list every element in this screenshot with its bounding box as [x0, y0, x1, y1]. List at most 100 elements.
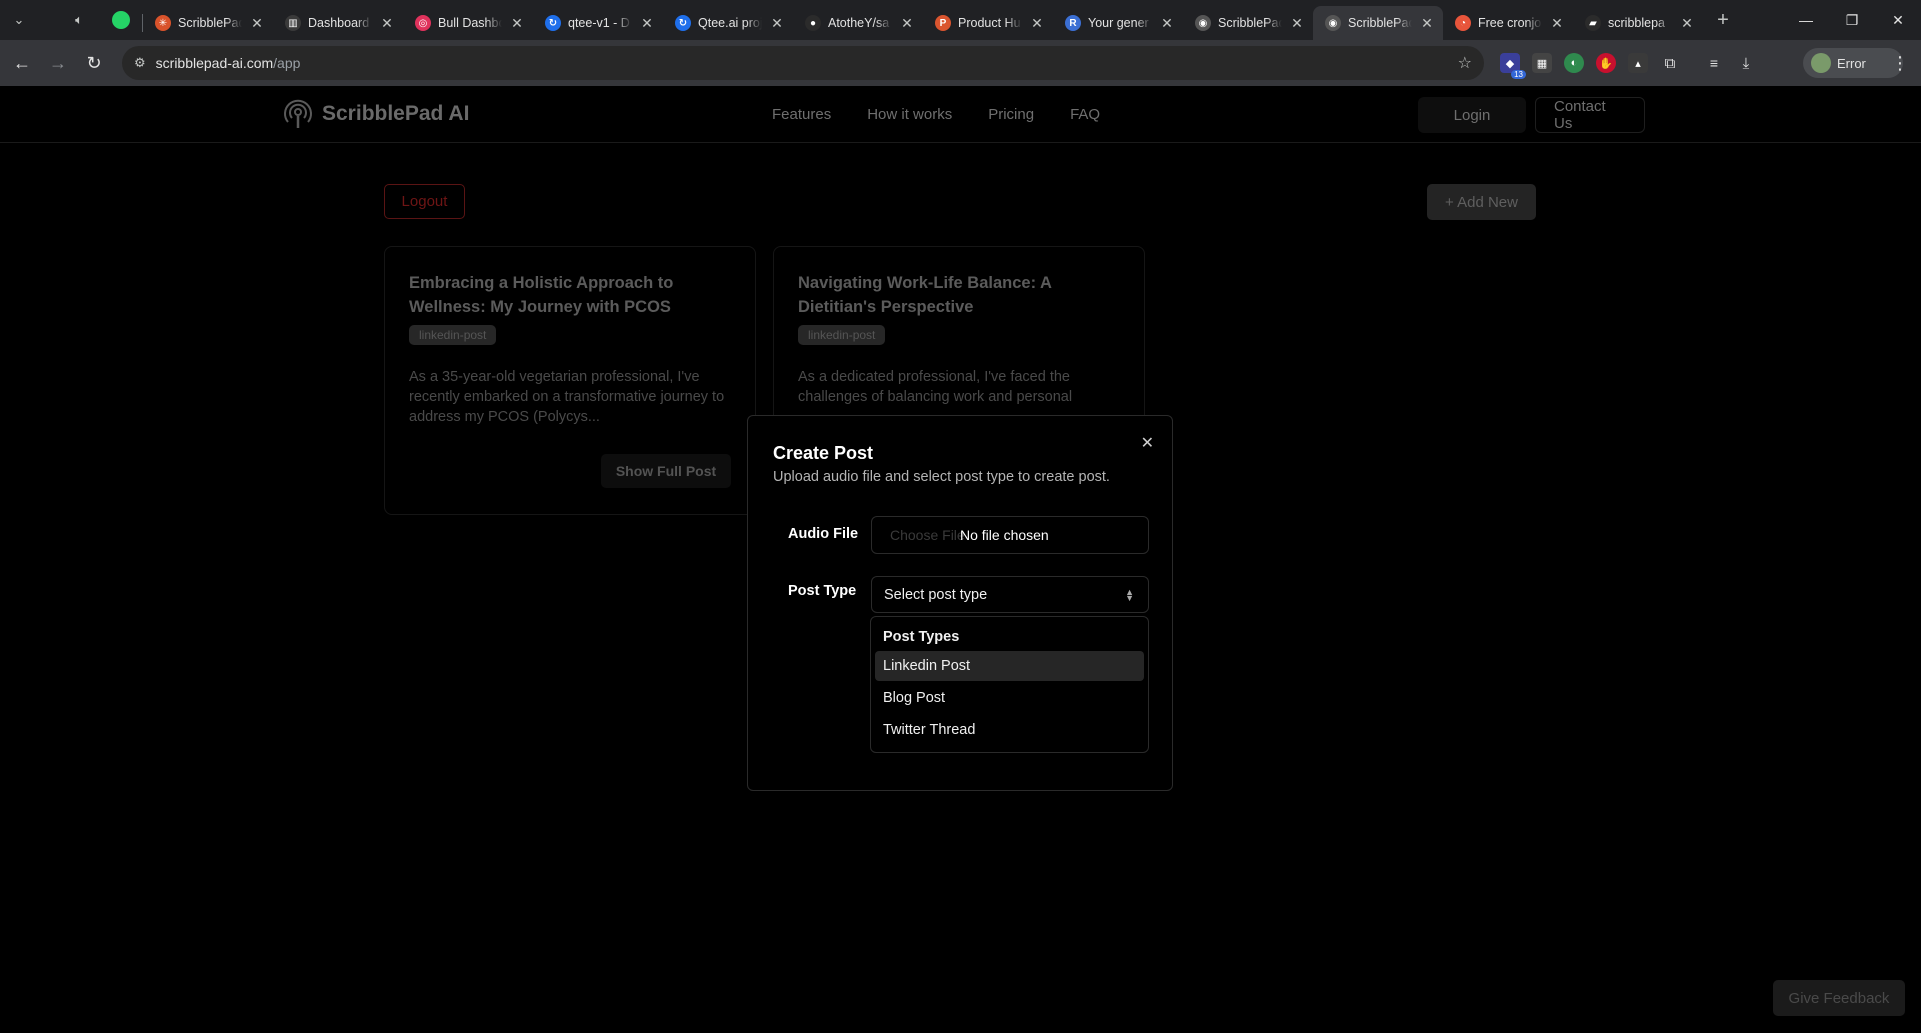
site-info-icon[interactable]: ⚙	[134, 55, 146, 71]
whatsapp-icon	[112, 11, 130, 29]
post-card: Embracing a Holistic Approach to Wellnes…	[384, 246, 756, 515]
give-feedback-button[interactable]: Give Feedback	[1773, 980, 1905, 1016]
browser-tab[interactable]: ◉ ScribblePac ✕	[1183, 6, 1313, 40]
tab-favicon-icon: ◎	[415, 15, 431, 31]
extensions-area: ◆ 13 ▦ ◐ ✋ ▴ ⧉ ≡ ⤓	[1500, 48, 1756, 79]
tab-close-icon[interactable]: ✕	[1679, 15, 1695, 31]
select-value: Select post type	[884, 586, 988, 603]
extension-badge: 13	[1511, 70, 1526, 79]
extensions-puzzle-icon[interactable]: ⧉	[1660, 53, 1680, 73]
tab-favicon-icon: ◉	[1195, 15, 1211, 31]
browser-tab[interactable]: ✳ ScribblePad ✕	[143, 6, 273, 40]
close-window-button[interactable]: ✕	[1875, 0, 1921, 40]
post-type-tag: linkedin-post	[798, 325, 886, 345]
post-title: Embracing a Holistic Approach to Wellnes…	[409, 274, 674, 316]
tab-close-icon[interactable]: ✕	[899, 15, 915, 31]
tab-title: Dashboard	[308, 16, 370, 30]
extension-icon[interactable]: ▴	[1628, 53, 1648, 73]
new-tab-button[interactable]: +	[1707, 9, 1739, 32]
tab-close-icon[interactable]: ✕	[1029, 15, 1045, 31]
post-excerpt: As a dedicated professional, I've faced …	[798, 369, 1073, 405]
browser-tab[interactable]: ▰ scribblepa ✕	[1573, 6, 1703, 40]
browser-tab[interactable]: P Product Hu ✕	[923, 6, 1053, 40]
browser-tab[interactable]: ↻ Qtee.ai proj ✕	[663, 6, 793, 40]
browser-tab[interactable]: ● AtotheY/sa ✕	[793, 6, 923, 40]
extension-icon[interactable]: ✋	[1596, 53, 1616, 73]
nav-faq[interactable]: FAQ	[1070, 106, 1100, 123]
nav-pricing[interactable]: Pricing	[988, 106, 1034, 123]
media-control-icon[interactable]: ≡	[1704, 53, 1724, 73]
dialog-description: Upload audio file and select post type t…	[773, 469, 1110, 485]
post-type-dropdown: Post Types Linkedin Post Blog Post Twitt…	[870, 616, 1149, 753]
main-nav: Features How it works Pricing FAQ	[772, 106, 1100, 123]
bookmark-star-icon[interactable]: ☆	[1458, 53, 1472, 73]
tab-close-icon[interactable]: ✕	[769, 15, 785, 31]
post-title: Navigating Work-Life Balance: A Dietitia…	[798, 274, 1052, 316]
tab-favicon-icon: ◔	[1455, 15, 1471, 31]
extension-icon[interactable]: ◆ 13	[1500, 53, 1526, 79]
add-new-button[interactable]: + Add New	[1427, 184, 1536, 220]
nav-features[interactable]: Features	[772, 106, 831, 123]
tab-close-icon[interactable]: ✕	[1549, 15, 1565, 31]
url-host: scribblepad-ai.com	[155, 55, 274, 71]
option-twitter-thread[interactable]: Twitter Thread	[875, 715, 1144, 745]
logout-button[interactable]: Logout	[384, 184, 465, 219]
tab-close-icon[interactable]: ✕	[639, 15, 655, 31]
url-path: /app	[273, 55, 301, 71]
browser-tab[interactable]: ◉ ScribblePac ✕	[1313, 6, 1443, 40]
tab-favicon-icon: P	[935, 15, 951, 31]
extension-icon[interactable]: ◐	[1564, 53, 1584, 73]
audio-playing-icon[interactable]: 🔈︎	[64, 5, 94, 35]
tab-favicon-icon: ↻	[675, 15, 691, 31]
browser-tab[interactable]: R Your gener ✕	[1053, 6, 1183, 40]
chevron-up-down-icon: ▲ ▼	[1125, 586, 1134, 603]
tab-close-icon[interactable]: ✕	[509, 15, 525, 31]
browser-tab[interactable]: ◔ Free cronjo ✕	[1443, 6, 1573, 40]
login-button[interactable]: Login	[1418, 97, 1526, 133]
nav-how-it-works[interactable]: How it works	[867, 106, 952, 123]
address-bar[interactable]: ⚙ scribblepad-ai.com/app ☆	[122, 46, 1484, 80]
podcast-icon	[284, 99, 312, 128]
tab-search-icon[interactable]: ⌄	[4, 5, 34, 35]
extension-icon[interactable]: ▦	[1532, 53, 1552, 73]
browser-tab[interactable]: ↻ qtee-v1 - D ✕	[533, 6, 663, 40]
tab-title: qtee-v1 - D	[568, 16, 630, 30]
tab-title: AtotheY/sa	[828, 16, 890, 30]
file-status: No file chosen	[960, 527, 1049, 543]
back-button[interactable]: ←	[4, 45, 40, 81]
pinned-tab-whatsapp[interactable]	[106, 5, 136, 35]
dropdown-group-label: Post Types	[883, 629, 960, 645]
browser-tab[interactable]: ◎ Bull Dashbo ✕	[403, 6, 533, 40]
minimize-button[interactable]: —	[1783, 0, 1829, 40]
audio-file-input[interactable]: Choose File No file chosen	[871, 516, 1149, 554]
tab-favicon-icon: ✳	[155, 15, 171, 31]
restore-button[interactable]: ❐	[1829, 0, 1875, 40]
contact-us-button[interactable]: Contact Us	[1535, 97, 1645, 133]
tab-close-icon[interactable]: ✕	[1159, 15, 1175, 31]
tab-close-icon[interactable]: ✕	[1419, 15, 1435, 31]
browser-menu-icon[interactable]: ⋮	[1888, 48, 1912, 78]
show-full-post-button[interactable]: Show Full Post	[601, 454, 731, 488]
option-blog-post[interactable]: Blog Post	[875, 683, 1144, 713]
tab-title: ScribblePac	[1348, 16, 1412, 30]
close-icon[interactable]: ✕	[1141, 433, 1154, 453]
tab-favicon-icon: ▰	[1585, 15, 1601, 31]
post-type-select[interactable]: Select post type ▲ ▼	[871, 576, 1149, 613]
tab-title: Bull Dashbo	[438, 16, 502, 30]
avatar	[1811, 53, 1831, 73]
browser-tab[interactable]: ▥ Dashboard ✕	[273, 6, 403, 40]
brand-logo[interactable]: ScribblePad AI	[282, 98, 469, 130]
option-linkedin-post[interactable]: Linkedin Post	[875, 651, 1144, 681]
tab-close-icon[interactable]: ✕	[249, 15, 265, 31]
tab-title: ScribblePac	[1218, 16, 1282, 30]
forward-button[interactable]: →	[40, 45, 76, 81]
tab-close-icon[interactable]: ✕	[1289, 15, 1305, 31]
tab-close-icon[interactable]: ✕	[379, 15, 395, 31]
profile-status: Error	[1837, 55, 1866, 71]
download-icon[interactable]: ⤓	[1736, 53, 1756, 73]
brand-name: ScribblePad AI	[322, 102, 470, 125]
site-header: ScribblePad AI Features How it works Pri…	[0, 86, 1921, 143]
audio-file-label: Audio File	[788, 526, 859, 542]
tab-favicon-icon: ●	[805, 15, 821, 31]
reload-button[interactable]: ↻	[76, 45, 112, 81]
